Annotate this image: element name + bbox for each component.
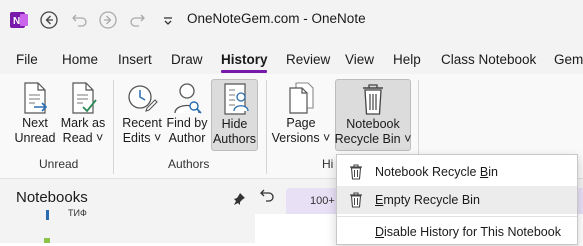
- find-by-author-label-1: Find by: [166, 116, 208, 130]
- window-title: OneNoteGem.com - OneNote: [187, 11, 366, 26]
- group-label-authors: Authors: [168, 157, 210, 171]
- notebook-item[interactable]: ТИФ: [44, 208, 104, 222]
- empty-recycle-bin-icon: [350, 192, 362, 208]
- hide-authors-label-1: Hide: [221, 117, 248, 131]
- hide-authors-icon: [223, 83, 249, 115]
- tab-file[interactable]: File: [16, 52, 38, 67]
- menu-item-empty-recycle-bin[interactable]: Empty Recycle Bin: [337, 186, 577, 214]
- tab-view[interactable]: View: [345, 52, 374, 67]
- tab-class-notebook[interactable]: Class Notebook: [441, 52, 536, 67]
- page-versions-icon: [289, 82, 314, 114]
- recent-edits-label-1: Recent: [122, 116, 162, 130]
- mark-as-read-label-1: Mark as: [60, 116, 106, 130]
- section-tab-label: 100+: [310, 195, 335, 207]
- next-unread-icon: [24, 82, 48, 114]
- notebook-recycle-bin-label-2: Recycle Bin ˅: [334, 132, 412, 146]
- next-unread-button[interactable]: Next Unread: [12, 79, 58, 151]
- tab-history[interactable]: History: [221, 52, 268, 67]
- svg-text:N: N: [13, 16, 20, 27]
- recycle-bin-icon: [363, 84, 383, 115]
- mark-as-read-label-2: Read ˅: [62, 131, 104, 145]
- recent-edits-clock-icon: [128, 85, 158, 112]
- menu-item-label: Empty Recycle Bin: [375, 193, 480, 207]
- undo-icon[interactable]: [69, 9, 91, 31]
- hide-authors-button[interactable]: Hide Authors: [211, 79, 258, 151]
- recycle-bin-dropdown-menu: Notebook Recycle Bin Empty Recycle Bin D…: [336, 154, 578, 245]
- notebook-item-label: ТИФ: [68, 208, 87, 218]
- forward-icon[interactable]: [97, 9, 119, 31]
- notebook-color-marker: [46, 210, 49, 220]
- tab-review[interactable]: Review: [286, 52, 330, 67]
- hide-authors-label-2: Authors: [212, 132, 257, 146]
- tab-home[interactable]: Home: [62, 52, 98, 67]
- tab-help[interactable]: Help: [393, 52, 421, 67]
- group-separator: [113, 80, 114, 174]
- ribbon-tabs: File Home Insert Draw History Review Vie…: [0, 40, 583, 74]
- recent-edits-label-2: Edits ˅: [122, 131, 162, 145]
- page-versions-label-2: Versions ˅: [271, 131, 331, 145]
- menu-item-disable-history[interactable]: Disable History for This Notebook: [337, 218, 577, 246]
- page-versions-button[interactable]: Page Versions ˅: [272, 79, 330, 151]
- group-label-history: Hi: [322, 157, 334, 171]
- notebooks-pane-title: Notebooks: [16, 189, 88, 206]
- left-pane-marker: [44, 238, 50, 243]
- menu-item-label: Disable History for This Notebook: [375, 225, 561, 239]
- find-by-author-label-2: Author: [168, 131, 206, 145]
- tab-gem[interactable]: Gem: [554, 52, 583, 67]
- group-label-unread: Unread: [39, 157, 79, 171]
- tab-draw[interactable]: Draw: [171, 52, 203, 67]
- group-separator: [266, 80, 267, 174]
- redo-icon[interactable]: [126, 9, 148, 31]
- tab-insert[interactable]: Insert: [118, 52, 152, 67]
- page-versions-label-1: Page: [286, 116, 316, 130]
- mark-as-read-button[interactable]: Mark as Read ˅: [60, 79, 106, 151]
- menu-item-label: Notebook Recycle Bin: [375, 165, 498, 179]
- next-unread-label-1: Next: [22, 116, 48, 130]
- back-icon[interactable]: [38, 9, 60, 31]
- pin-icon[interactable]: [232, 192, 246, 206]
- next-unread-label-2: Unread: [14, 131, 56, 145]
- recycle-bin-icon: [350, 164, 362, 180]
- notebook-recycle-bin-label-1: Notebook: [346, 117, 400, 131]
- title-bar: N OneNoteGem.com - OneNote: [0, 0, 583, 40]
- quick-access-dropdown-icon[interactable]: [157, 9, 179, 31]
- notebook-recycle-bin-button[interactable]: Notebook Recycle Bin ˅: [335, 79, 411, 151]
- menu-separator: [337, 216, 577, 217]
- mark-as-read-icon: [72, 82, 97, 114]
- page-undo-icon[interactable]: [259, 187, 275, 203]
- active-tab-indicator: [221, 70, 267, 73]
- find-by-author-button[interactable]: Find by Author: [165, 79, 209, 151]
- recent-edits-button[interactable]: Recent Edits ˅: [120, 79, 164, 151]
- menu-item-notebook-recycle-bin[interactable]: Notebook Recycle Bin: [337, 158, 577, 186]
- find-by-author-icon: [174, 83, 202, 114]
- onenote-logo-icon: N: [8, 9, 30, 31]
